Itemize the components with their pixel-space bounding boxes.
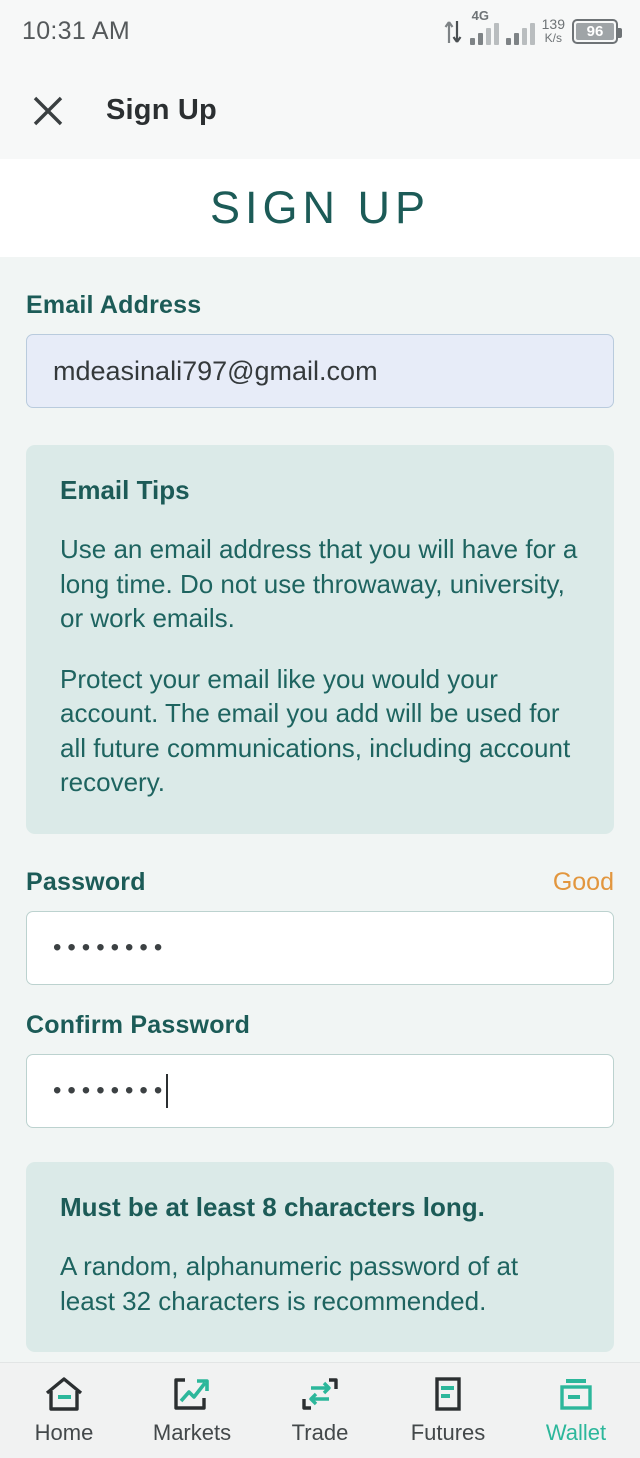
signal2-bar-2 <box>513 33 519 46</box>
email-tips-paragraph-1: Use an email address that you will have … <box>60 534 578 634</box>
password-tips-title: Must be at least 8 characters long. <box>60 1192 485 1223</box>
status-bar: 10:31 AM 4G 139 K/s 96 <box>0 0 640 62</box>
app-header: Sign Up <box>0 62 640 159</box>
network-speed-value: 139 <box>541 15 565 32</box>
email-tips-paragraph-2: Protect your email like you would your a… <box>60 663 571 798</box>
nav-label-home: Home <box>34 1420 94 1445</box>
password-input[interactable]: •••••••• <box>26 911 614 986</box>
home-icon <box>45 1377 83 1411</box>
password-input-value: •••••••• <box>53 934 169 962</box>
nav-item-wallet[interactable]: Wallet <box>512 1375 640 1446</box>
page-title-band: SIGN UP <box>0 159 640 257</box>
text-cursor <box>166 1074 169 1109</box>
close-button[interactable] <box>26 89 70 133</box>
signal-bars-icon-4g: 4G <box>469 8 499 46</box>
data-transfer-icon <box>444 21 462 44</box>
email-tips-title: Email Tips <box>60 475 190 505</box>
confirm-password-label: Confirm Password <box>26 1011 251 1040</box>
email-tips-card: Email Tips Use an email address that you… <box>26 445 614 835</box>
network-type-label: 4G <box>471 8 489 24</box>
signal-bars-icon-sim2 <box>505 19 535 46</box>
status-time: 10:31 AM <box>22 16 131 45</box>
signal-bar-4 <box>493 23 499 46</box>
bottom-navigation: Home Markets Trade Futures Wallet <box>0 1362 640 1458</box>
confirm-password-input[interactable]: •••••••• <box>26 1054 614 1129</box>
markets-chart-icon <box>174 1378 209 1410</box>
network-speed-unit: K/s <box>544 30 562 45</box>
app-header-title: Sign Up <box>106 94 217 126</box>
email-input-value: mdeasinali797@gmail.com <box>53 355 378 386</box>
password-label: Password <box>26 868 146 897</box>
battery-icon: 96 <box>572 19 622 45</box>
signal2-bar-1 <box>505 38 511 46</box>
signup-screen: 10:31 AM 4G 139 K/s 96 Sign Up SIGN UP E… <box>0 0 640 1458</box>
nav-label-trade: Trade <box>291 1420 349 1445</box>
nav-item-home[interactable]: Home <box>0 1375 128 1446</box>
network-speed: 139 K/s <box>542 17 565 44</box>
signal2-bar-3 <box>521 28 527 46</box>
nav-label-futures: Futures <box>410 1420 486 1445</box>
nav-item-trade[interactable]: Trade <box>256 1375 384 1446</box>
page-title: SIGN UP <box>209 182 431 233</box>
email-input[interactable]: mdeasinali797@gmail.com <box>26 334 614 408</box>
signal2-bar-4 <box>529 23 535 46</box>
signal-bar-1 <box>469 38 475 46</box>
signup-form: Email Address mdeasinali797@gmail.com Em… <box>0 257 640 1353</box>
trade-swap-icon <box>302 1378 338 1410</box>
close-icon <box>33 96 63 125</box>
password-strength-badge: Good <box>552 868 614 897</box>
password-tips-card: Must be at least 8 characters long. A ra… <box>26 1162 614 1353</box>
signal-bar-2 <box>477 33 483 46</box>
email-label: Email Address <box>26 291 202 319</box>
confirm-password-input-value: •••••••• <box>53 1077 169 1105</box>
password-tips-paragraph-1: A random, alphanumeric password of at le… <box>60 1251 519 1316</box>
futures-document-icon <box>435 1377 461 1411</box>
nav-item-markets[interactable]: Markets <box>128 1375 256 1446</box>
battery-level: 96 <box>586 23 604 41</box>
password-label-row: Password Good <box>26 868 614 897</box>
wallet-icon <box>560 1379 592 1410</box>
nav-item-futures[interactable]: Futures <box>384 1375 512 1446</box>
signal-bar-3 <box>485 28 491 46</box>
nav-label-markets: Markets <box>152 1420 232 1445</box>
status-indicators: 4G 139 K/s 96 <box>443 8 622 46</box>
nav-label-wallet: Wallet <box>545 1420 607 1445</box>
